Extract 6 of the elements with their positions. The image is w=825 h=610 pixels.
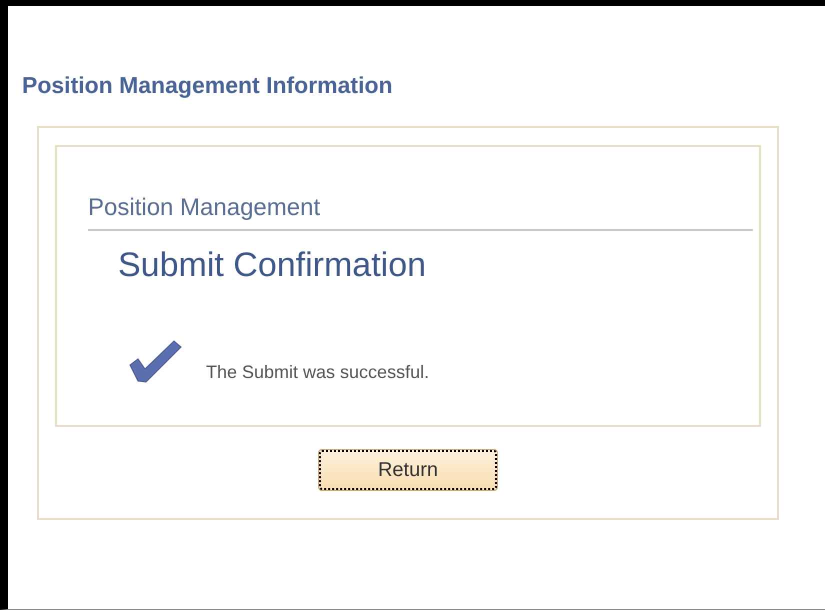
section-title: Position Management xyxy=(88,191,753,231)
checkmark-icon xyxy=(128,339,182,383)
success-message: The Submit was successful. xyxy=(206,361,430,383)
confirmation-title: Submit Confirmation xyxy=(118,245,428,285)
page-title: Position Management Information xyxy=(22,71,394,100)
return-button[interactable]: Return xyxy=(318,449,498,491)
